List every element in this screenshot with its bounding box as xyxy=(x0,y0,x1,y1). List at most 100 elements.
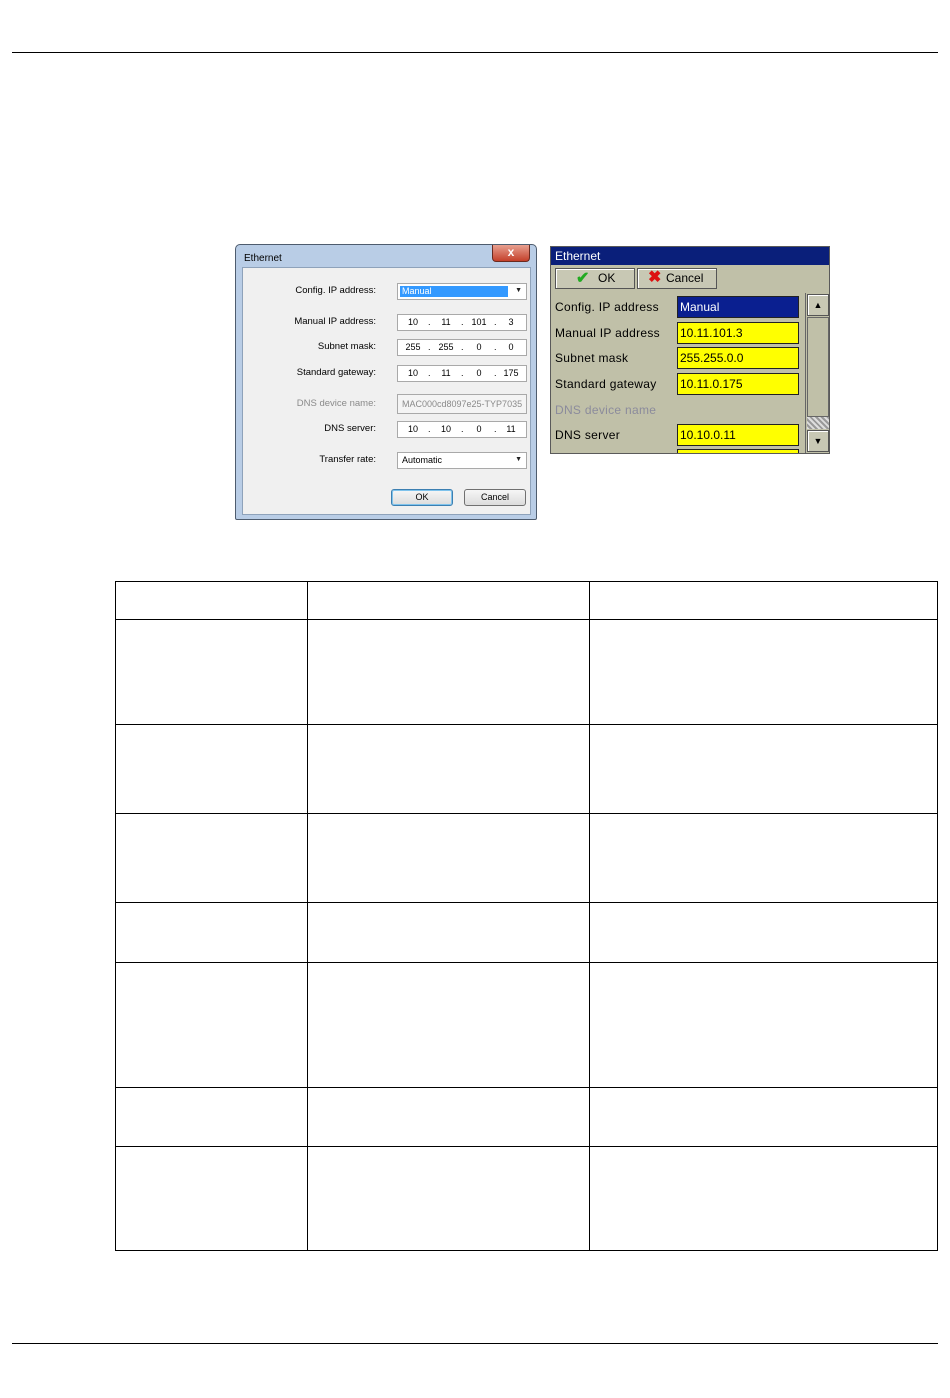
ip-dot: . xyxy=(461,424,464,434)
chevron-down-icon: ▼ xyxy=(515,287,522,294)
ip-octet[interactable]: 3 xyxy=(500,317,522,328)
ip-dot: . xyxy=(461,317,464,327)
ip-dot: . xyxy=(461,368,464,378)
table-row xyxy=(115,813,938,903)
dns-server-input[interactable]: 10 . 10 . 0 . 11 xyxy=(397,421,527,438)
manual-ip-input[interactable]: 10 . 11 . 101 . 3 xyxy=(397,314,527,331)
table-cell xyxy=(307,619,590,725)
table-row xyxy=(115,724,938,814)
ip-dot: . xyxy=(428,317,431,327)
scroll-down-button[interactable]: ▼ xyxy=(807,430,829,452)
ip-octet[interactable]: 101 xyxy=(468,317,490,328)
ip-dot: . xyxy=(494,368,497,378)
ip-dot: . xyxy=(428,342,431,352)
table-row xyxy=(115,962,938,1088)
table-cell xyxy=(589,724,938,814)
ip-octet[interactable]: 255 xyxy=(435,342,457,353)
table-cell xyxy=(307,813,590,903)
close-icon: x xyxy=(507,245,515,259)
device-ok-label: OK xyxy=(598,271,616,285)
device-ok-button[interactable]: ✔ OK xyxy=(555,268,635,289)
ip-dot: . xyxy=(428,424,431,434)
table-cell xyxy=(115,962,308,1088)
gateway-label: Standard gateway: xyxy=(296,367,376,378)
subnet-label: Subnet mask: xyxy=(317,341,376,352)
table-row xyxy=(115,1087,938,1147)
gateway-input[interactable]: 10 . 11 . 0 . 175 xyxy=(397,365,527,382)
close-button[interactable]: x xyxy=(492,245,530,262)
table-cell xyxy=(115,581,308,620)
ip-dot: . xyxy=(494,424,497,434)
dialog-client-area: Config. IP address: Manual ▼ Manual IP a… xyxy=(242,267,531,515)
ip-octet[interactable]: 255 xyxy=(402,342,424,353)
table-row xyxy=(115,1146,938,1251)
config-ip-value: Manual xyxy=(400,286,508,297)
config-ip-select[interactable]: Manual ▼ xyxy=(397,283,527,300)
chevron-down-icon: ▼ xyxy=(515,456,522,463)
ip-octet[interactable]: 11 xyxy=(435,317,457,328)
config-ip-label: Config. IP address: xyxy=(295,285,376,296)
ip-dot: . xyxy=(461,342,464,352)
table-cell xyxy=(589,813,938,903)
ip-octet[interactable]: 0 xyxy=(468,368,490,379)
parameter-table xyxy=(115,581,938,1251)
dns-name-value: MAC000cd8097e25-TYP7035 xyxy=(402,399,523,409)
ok-button[interactable]: OK xyxy=(391,489,453,506)
table-cell xyxy=(307,1146,590,1251)
table-cell xyxy=(589,581,938,620)
table-cell xyxy=(115,619,308,725)
manual-ip-label: Manual IP address: xyxy=(294,316,376,327)
dns-name-field: MAC000cd8097e25-TYP7035 xyxy=(397,394,527,414)
table-cell xyxy=(115,1087,308,1147)
ip-octet[interactable]: 0 xyxy=(500,342,522,353)
device-scrollbar[interactable]: ▲ ▼ xyxy=(805,293,829,453)
ip-octet[interactable]: 10 xyxy=(402,317,424,328)
device-dns-server-label: DNS server xyxy=(555,428,621,442)
checkmark-icon: ✔ xyxy=(576,270,590,287)
ip-octet[interactable]: 11 xyxy=(435,368,457,379)
transfer-rate-label: Transfer rate: xyxy=(319,454,376,465)
scroll-track[interactable] xyxy=(807,417,829,429)
ip-dot: . xyxy=(494,342,497,352)
table-cell xyxy=(589,1087,938,1147)
subnet-input[interactable]: 255 . 255 . 0 . 0 xyxy=(397,339,527,356)
table-cell xyxy=(589,902,938,963)
device-config-ip-field[interactable]: Manual xyxy=(677,296,799,318)
device-manual-ip-field[interactable]: 10.11.101.3 xyxy=(677,322,799,344)
ip-octet[interactable]: 10 xyxy=(402,424,424,435)
table-row xyxy=(115,902,938,963)
table-cell xyxy=(115,724,308,814)
table-cell xyxy=(307,581,590,620)
ip-octet[interactable]: 11 xyxy=(500,424,522,435)
footer-rule xyxy=(12,1343,938,1344)
scroll-thumb[interactable] xyxy=(807,317,829,417)
cancel-button[interactable]: Cancel xyxy=(464,489,526,506)
device-gateway-label: Standard gateway xyxy=(555,377,657,391)
header-rule xyxy=(12,52,938,53)
transfer-rate-select[interactable]: Automatic ▼ xyxy=(397,452,527,469)
dns-server-label: DNS server: xyxy=(324,423,376,434)
device-subnet-field[interactable]: 255.255.0.0 xyxy=(677,347,799,369)
transfer-rate-value: Automatic xyxy=(402,455,443,465)
cross-icon: ✖ xyxy=(648,269,662,286)
device-dns-server-field[interactable]: 10.10.0.11 xyxy=(677,424,799,446)
ip-octet[interactable]: 10 xyxy=(435,424,457,435)
dialog-title: Ethernet xyxy=(244,253,282,264)
table-cell xyxy=(307,962,590,1088)
table-cell xyxy=(115,902,308,963)
ip-octet[interactable]: 0 xyxy=(468,424,490,435)
device-gateway-field[interactable]: 10.11.0.175 xyxy=(677,373,799,395)
device-partial-field[interactable] xyxy=(677,449,799,453)
table-cell xyxy=(307,902,590,963)
ip-octet[interactable]: 0 xyxy=(468,342,490,353)
ip-octet[interactable]: 10 xyxy=(402,368,424,379)
scroll-up-button[interactable]: ▲ xyxy=(807,294,829,316)
ip-dot: . xyxy=(428,368,431,378)
table-cell xyxy=(307,1087,590,1147)
table-cell xyxy=(307,724,590,814)
table-cell xyxy=(589,619,938,725)
arrow-up-icon: ▲ xyxy=(813,300,823,310)
device-cancel-button[interactable]: ✖ Cancel xyxy=(637,268,717,289)
ip-octet[interactable]: 175 xyxy=(500,368,522,379)
device-manual-ip-label: Manual IP address xyxy=(555,326,660,340)
